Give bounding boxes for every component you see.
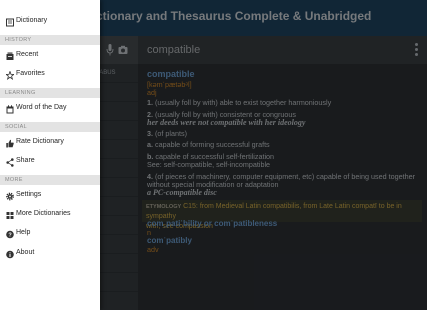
drawer-item-label: Recent: [16, 51, 39, 58]
drawer-item-label: About: [16, 249, 35, 256]
drawer-item-favorites[interactable]: Favorites: [0, 66, 100, 85]
gear-icon: [6, 192, 14, 201]
calendar-icon: [6, 105, 14, 114]
navigation-drawer: Dictionary HISTORY Recent Favorites LEAR…: [0, 0, 100, 310]
star-icon: [6, 71, 14, 80]
drawer-item-dictionary[interactable]: Dictionary: [0, 13, 100, 32]
share-icon: [6, 158, 14, 167]
drawer-item-label: Help: [16, 229, 31, 236]
drawer-item-word-of-the-day[interactable]: Word of the Day: [0, 100, 100, 119]
thumbs-up-icon: [6, 139, 14, 148]
drawer-item-label: More Dictionaries: [16, 210, 71, 217]
drawer-item-label: Share: [16, 157, 35, 164]
drawer-item-label: Word of the Day: [16, 104, 67, 111]
apps-icon: [6, 212, 14, 219]
drawer-item-share[interactable]: Share: [0, 153, 100, 172]
dictionary-icon: [6, 18, 14, 27]
section-header-history: HISTORY: [0, 35, 100, 45]
info-icon: [6, 250, 14, 259]
recent-icon: [6, 52, 14, 60]
drawer-item-label: Settings: [16, 191, 42, 198]
drawer-item-settings[interactable]: Settings: [0, 187, 100, 206]
drawer-item-label: Dictionary: [16, 17, 48, 24]
drawer-item-recent[interactable]: Recent: [0, 47, 100, 66]
drawer-item-more-dictionaries[interactable]: More Dictionaries: [0, 206, 100, 225]
section-header-learning: LEARNING: [0, 88, 100, 98]
drawer-item-label: Rate Dictionary: [16, 138, 64, 145]
help-icon: ?: [6, 230, 14, 239]
section-header-social: SOCIAL: [0, 122, 100, 132]
drawer-item-rate[interactable]: Rate Dictionary: [0, 134, 100, 153]
drawer-item-label: Favorites: [16, 70, 45, 77]
drawer-item-about[interactable]: About: [0, 245, 100, 264]
drawer-item-help[interactable]: ? Help: [0, 225, 100, 244]
section-header-more: MORE: [0, 175, 100, 185]
drawer-scrim[interactable]: [100, 0, 427, 310]
